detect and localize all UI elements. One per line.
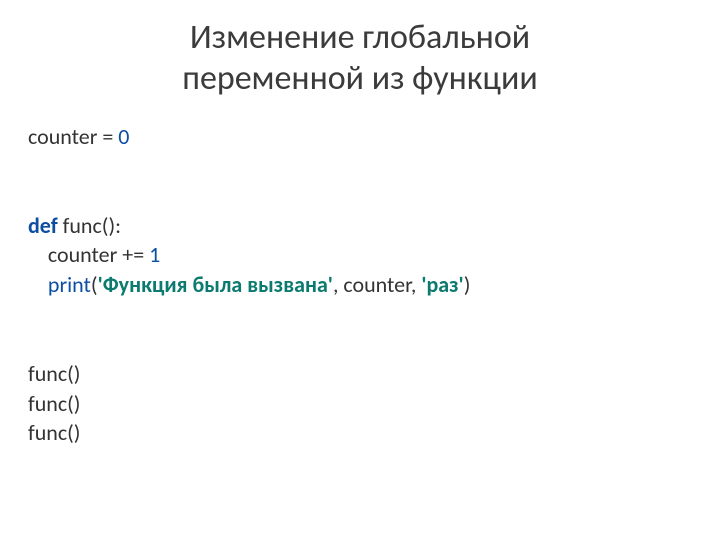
code-call-1: func() <box>28 360 80 387</box>
title-line-1: Изменение глобальной <box>190 17 530 58</box>
code-line-1: counter = 0 <box>28 123 129 150</box>
slide-title: Изменение глобальной переменной из функц… <box>28 18 692 100</box>
code-block: counter = 0 def func(): counter += 1 pri… <box>28 122 692 449</box>
code-call-2: func() <box>28 390 80 417</box>
title-line-2: переменной из функции <box>182 58 537 99</box>
code-line-print: print('Функция была вызвана', counter, '… <box>28 271 470 298</box>
code-line-def: def func(): <box>28 212 121 239</box>
code-call-3: func() <box>28 419 80 446</box>
slide: Изменение глобальной переменной из функц… <box>0 0 720 540</box>
code-line-increment: counter += 1 <box>28 241 160 268</box>
